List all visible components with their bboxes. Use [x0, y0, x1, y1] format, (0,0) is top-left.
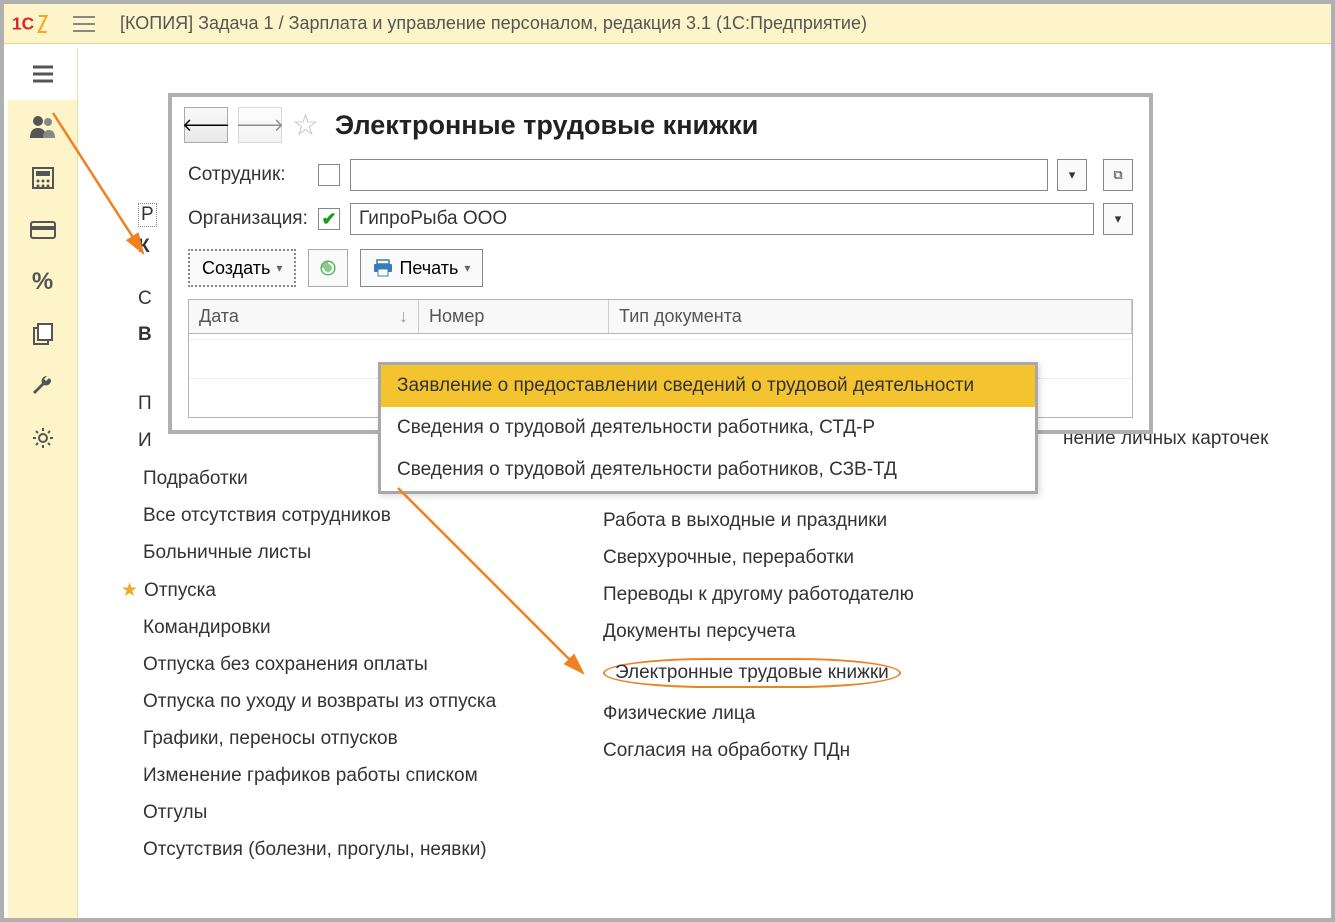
- bg-partial-text: И: [138, 430, 152, 452]
- nav-link[interactable]: Сверхурочные, переработки: [603, 547, 914, 569]
- create-dropdown-menu: Заявление о предоставлении сведений о тр…: [378, 362, 1038, 494]
- app-frame: 1С [КОПИЯ] Задача 1 / Зарплата и управле…: [0, 0, 1335, 922]
- svg-text:1С: 1С: [12, 13, 35, 33]
- nav-link[interactable]: Переводы к другому работодателю: [603, 584, 914, 606]
- nav-link[interactable]: Физические лица: [603, 703, 914, 725]
- printer-icon: [373, 259, 393, 277]
- employee-label: Сотрудник:: [188, 164, 308, 186]
- org-value: ГипроРыба ООО: [359, 208, 507, 230]
- dropdown-option[interactable]: Сведения о трудовой деятельности работни…: [381, 449, 1035, 491]
- nav-link[interactable]: Все отсутствия сотрудников: [143, 505, 496, 527]
- left-sidebar: %: [8, 48, 78, 918]
- title-bar: 1С [КОПИЯ] Задача 1 / Зарплата и управле…: [4, 4, 1331, 44]
- sidebar-calculator-icon[interactable]: [8, 152, 77, 204]
- bg-partial-text: К: [138, 236, 150, 258]
- org-label: Организация:: [188, 208, 308, 230]
- org-dropdown-button[interactable]: ▾: [1103, 203, 1133, 235]
- col-num[interactable]: Номер: [419, 300, 609, 333]
- sidebar-documents-icon[interactable]: [8, 308, 77, 360]
- nav-link[interactable]: Документы персучета: [603, 621, 914, 643]
- create-button[interactable]: Создать▾: [188, 249, 296, 287]
- nav-link[interactable]: Отсутствия (болезни, прогулы, неявки): [143, 839, 496, 861]
- nav-link[interactable]: Изменение графиков работы списком: [143, 765, 496, 787]
- dropdown-option[interactable]: Заявление о предоставлении сведений о тр…: [381, 365, 1035, 407]
- bg-partial-text: Р: [138, 203, 157, 227]
- forward-button[interactable]: 🡒: [238, 107, 282, 143]
- nav-link[interactable]: Работа в выходные и праздники: [603, 510, 914, 532]
- bg-partial-text: П: [138, 393, 152, 415]
- org-filter-checkbox[interactable]: ✔: [318, 208, 340, 230]
- popup-toolbar: Создать▾ Печать▾: [172, 241, 1149, 295]
- org-input[interactable]: ГипроРыба ООО: [350, 203, 1094, 235]
- dropdown-option[interactable]: Сведения о трудовой деятельности работни…: [381, 407, 1035, 449]
- nav-link[interactable]: Командировки: [143, 617, 496, 639]
- main-menu-toggle[interactable]: [64, 8, 104, 40]
- nav-link-favorite[interactable]: Отпуска: [143, 579, 496, 602]
- nav-link[interactable]: Согласия на обработку ПДн: [603, 740, 914, 762]
- popup-title: Электронные трудовые книжки: [335, 110, 758, 141]
- favorite-star-icon[interactable]: ☆: [292, 108, 319, 143]
- nav-link[interactable]: Больничные листы: [143, 542, 496, 564]
- nav-link-highlighted[interactable]: Электронные трудовые книжки: [603, 658, 901, 688]
- employee-input[interactable]: [350, 159, 1048, 191]
- nav-link[interactable]: Графики, переносы отпусков: [143, 728, 496, 750]
- sidebar-sections-icon[interactable]: [8, 48, 77, 100]
- sidebar-percent-icon[interactable]: %: [8, 256, 77, 308]
- content-area: Р К С В П И на работу дник ение нение ли…: [78, 48, 1327, 914]
- col-type[interactable]: Тип документа: [609, 300, 1132, 333]
- employee-filter-checkbox[interactable]: [318, 164, 340, 186]
- popup-header: 🡐 🡒 ☆ Электронные трудовые книжки: [172, 97, 1149, 153]
- org-row: Организация: ✔ ГипроРыба ООО ▾: [172, 197, 1149, 241]
- nav-link[interactable]: Отпуска по уходу и возвраты из отпуска: [143, 691, 496, 713]
- print-button[interactable]: Печать▾: [360, 249, 483, 287]
- nav-link[interactable]: Отгулы: [143, 802, 496, 824]
- bg-partial-text: С: [138, 288, 152, 310]
- employee-row: Сотрудник: ▾ ⧉: [172, 153, 1149, 197]
- bg-partial-text: В: [138, 324, 152, 346]
- col-date[interactable]: Дата↓: [189, 300, 419, 333]
- sidebar-wrench-icon[interactable]: [8, 360, 77, 412]
- refresh-button[interactable]: [308, 249, 348, 287]
- sidebar-card-icon[interactable]: [8, 204, 77, 256]
- sidebar-gear-icon[interactable]: [8, 412, 77, 464]
- grid-header: Дата↓ Номер Тип документа: [188, 299, 1133, 334]
- nav-link[interactable]: Отпуска без сохранения оплаты: [143, 654, 496, 676]
- employee-dropdown-button[interactable]: ▾: [1057, 159, 1087, 191]
- logo-1c: 1С: [8, 8, 56, 40]
- employee-open-button[interactable]: ⧉: [1103, 159, 1133, 191]
- window-title: [КОПИЯ] Задача 1 / Зарплата и управление…: [112, 13, 867, 34]
- back-button[interactable]: 🡐: [184, 107, 228, 143]
- sidebar-people-icon[interactable]: [8, 100, 77, 152]
